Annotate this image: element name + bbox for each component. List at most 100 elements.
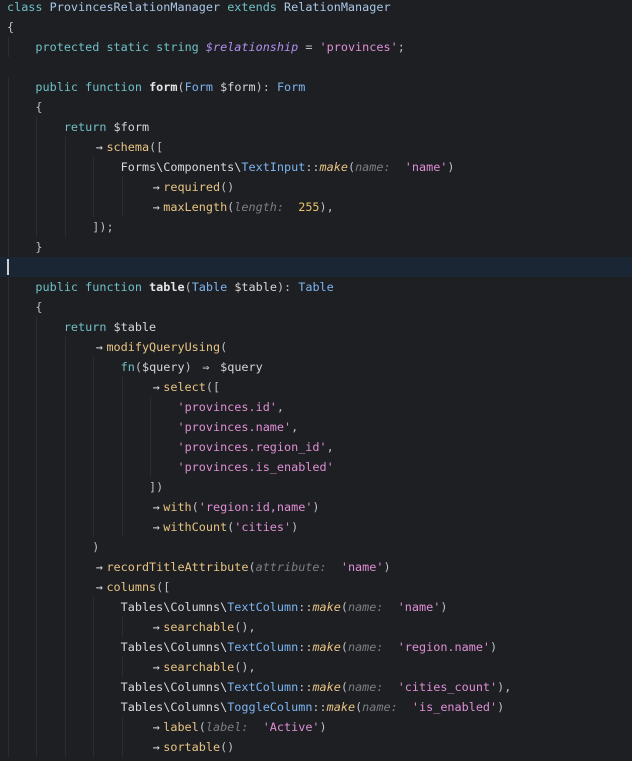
code-line[interactable]: Tables\Columns\TextColumn::make(name: 'r… xyxy=(0,637,632,657)
code-line[interactable] xyxy=(0,57,632,77)
token-fn: form xyxy=(149,80,178,94)
code-line[interactable]: 'provinces.region_id', xyxy=(0,437,632,457)
indent-guide xyxy=(36,677,38,697)
token-punct: ([ xyxy=(149,140,164,154)
indent-guide xyxy=(36,657,38,677)
indent-guide xyxy=(8,557,9,577)
code-line[interactable]: → recordTitleAttribute(attribute: 'name') xyxy=(0,557,632,577)
token-punct: ) xyxy=(440,600,448,614)
indent-guide xyxy=(8,457,9,477)
indent-guide xyxy=(36,337,38,357)
token-type: ToggleColumn xyxy=(227,700,313,714)
indent-guide xyxy=(36,717,38,737)
code-line[interactable]: public function form(Form $form): Form xyxy=(0,77,632,97)
indent-guide xyxy=(64,157,66,177)
code-line[interactable]: → select([ xyxy=(0,377,632,397)
token-punct: { xyxy=(35,300,43,314)
token-static: make xyxy=(312,640,341,654)
indent-guide xyxy=(64,417,66,437)
code-line[interactable]: → sortable() xyxy=(0,737,632,757)
code-line[interactable]: { xyxy=(0,297,632,317)
code-line[interactable]: 'provinces.is_enabled' xyxy=(0,457,632,477)
code-line[interactable]: → maxLength(length: 255), xyxy=(0,197,632,217)
token-hint: name: xyxy=(355,160,398,174)
indent-guide xyxy=(36,177,38,197)
code-line[interactable]: → with('region:id,name') xyxy=(0,497,632,517)
code-line[interactable]: Tables\Columns\TextColumn::make(name: 'n… xyxy=(0,597,632,617)
code-line[interactable]: → columns([ xyxy=(0,577,632,597)
token-hint: length: xyxy=(234,200,292,214)
code-line[interactable]: fn($query) ⇒ $query xyxy=(0,357,632,377)
indent-guide xyxy=(36,117,38,137)
indent-guide xyxy=(64,677,66,697)
code-line[interactable]: → searchable(), xyxy=(0,617,632,637)
code-line[interactable]: → withCount('cities') xyxy=(0,517,632,537)
code-line[interactable]: → label(label: 'Active') xyxy=(0,717,632,737)
indent-guide xyxy=(93,657,95,677)
indent-guide xyxy=(36,417,38,437)
token-punct: ( xyxy=(220,340,228,354)
token-punct xyxy=(405,700,412,714)
indent-guide xyxy=(8,497,9,517)
token-static: make xyxy=(326,700,356,714)
indent-guide xyxy=(121,657,123,677)
token-cls: ProvincesRelationManager xyxy=(49,0,228,14)
indent-guide xyxy=(8,37,9,57)
code-line[interactable]: ) xyxy=(0,537,632,557)
token-op: → xyxy=(152,380,160,394)
code-line[interactable]: return $form xyxy=(0,117,632,137)
indent-guide xyxy=(64,177,66,197)
indent-guide xyxy=(8,677,9,697)
code-line[interactable]: 'provinces.name', xyxy=(0,417,632,437)
code-line[interactable]: 'provinces.id', xyxy=(0,397,632,417)
indent-guide xyxy=(64,617,66,637)
token-method: label xyxy=(163,720,199,734)
code-line[interactable]: → modifyQueryUsing( xyxy=(0,337,632,357)
indent-guide xyxy=(93,697,95,717)
token-type: Table xyxy=(191,280,235,294)
indent-guide xyxy=(64,337,66,357)
code-line[interactable]: public function table(Table $table): Tab… xyxy=(0,277,632,297)
token-ns: Tables\Columns\ xyxy=(120,640,228,654)
code-line[interactable]: protected static string $relationship = … xyxy=(0,37,632,57)
indent-guide xyxy=(93,197,95,217)
code-line[interactable]: ]) xyxy=(0,477,632,497)
indent-guide xyxy=(93,437,95,457)
token-punct: ( xyxy=(340,680,348,694)
indent-guide xyxy=(121,397,123,417)
token-punct: ), xyxy=(319,200,334,214)
indent-guide xyxy=(8,577,9,597)
code-line[interactable]: { xyxy=(0,97,632,117)
code-line[interactable]: Forms\Components\TextInput::make(name: '… xyxy=(0,157,632,177)
token-punct: ( xyxy=(248,560,256,574)
indent-guide xyxy=(8,737,9,757)
indent-guide xyxy=(8,237,9,257)
code-line[interactable]: { xyxy=(0,17,632,37)
token-kw: public function xyxy=(35,280,150,294)
token-ns: Tables\Columns\ xyxy=(120,680,228,694)
code-line[interactable]: Tables\Columns\ToggleColumn::make(name: … xyxy=(0,697,632,717)
indent-guide xyxy=(64,637,66,657)
code-line[interactable]: } xyxy=(0,237,632,257)
token-punct: { xyxy=(7,20,15,34)
code-line[interactable]: return $table xyxy=(0,317,632,337)
code-line[interactable]: → required() xyxy=(0,177,632,197)
indent-guide xyxy=(36,357,38,377)
code-line[interactable]: class ProvincesRelationManager extends R… xyxy=(0,0,632,17)
token-method: recordTitleAttribute xyxy=(106,560,249,574)
code-line[interactable]: Tables\Columns\TextColumn::make(name: 'c… xyxy=(0,677,632,697)
code-line[interactable] xyxy=(0,257,632,277)
token-var: $table xyxy=(234,280,277,294)
token-punct xyxy=(391,640,398,654)
indent-guide xyxy=(64,217,66,237)
token-static: make xyxy=(319,160,348,174)
indent-guide xyxy=(36,497,38,517)
code-line[interactable]: ]); xyxy=(0,217,632,237)
code-line[interactable]: → searchable(), xyxy=(0,657,632,677)
token-hint: label: xyxy=(205,720,256,734)
code-line[interactable]: → schema([ xyxy=(0,137,632,157)
token-op: → xyxy=(95,340,103,354)
token-ns: Tables\Columns\ xyxy=(120,700,228,714)
token-punct: = xyxy=(298,40,320,54)
code-editor[interactable]: class ProvincesRelationManager extends R… xyxy=(0,0,632,757)
